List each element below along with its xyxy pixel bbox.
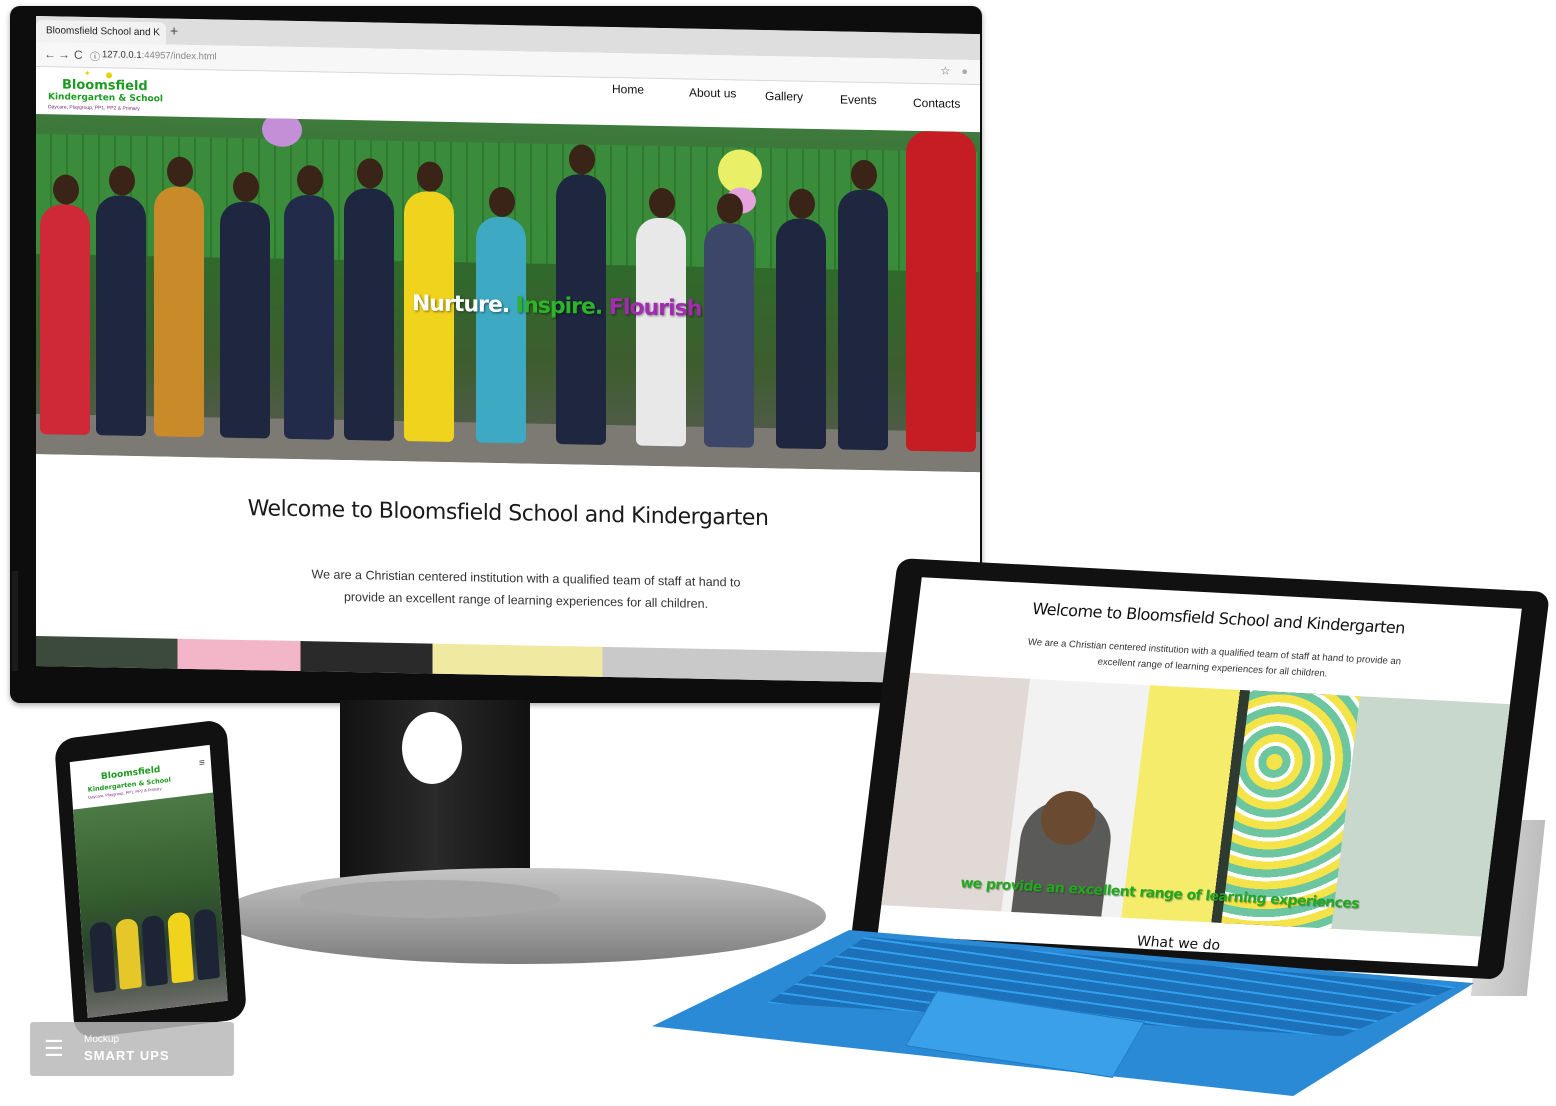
logo-subtitle: Kindergarten & School [48, 92, 164, 105]
watermark-word1: SMART [84, 1048, 136, 1063]
forward-arrow-icon[interactable]: → [58, 47, 70, 61]
watermark-line1: Mockup [84, 1034, 120, 1045]
child-figure [636, 187, 686, 447]
tagline-flourish: Flourish [608, 295, 702, 322]
url-field[interactable]: 127.0.0.1:44957/index.html [102, 49, 217, 62]
tablet-device: Welcome to Bloomsfield School and Kinder… [850, 558, 1550, 980]
child-figure [476, 186, 526, 444]
url-host: 127.0.0.1 [102, 49, 142, 62]
reload-icon[interactable]: C [74, 48, 83, 62]
watermark-word2: UPS [139, 1048, 170, 1063]
layers-icon: ☰ [44, 1036, 64, 1061]
bookmark-star-icon[interactable]: ☆ [940, 65, 950, 77]
child-figure [89, 920, 117, 994]
mockup-watermark: ☰ Mockup SMART UPS [30, 1022, 234, 1076]
nav-events[interactable]: Events [840, 92, 877, 107]
child-figure [115, 917, 143, 990]
child-figure [141, 914, 169, 987]
child-figure [344, 158, 394, 441]
phone-screen: Bloomsfield Kindergarten & School Daycar… [69, 744, 228, 1018]
tablet-screen: Welcome to Bloomsfield School and Kinder… [877, 577, 1522, 967]
tagline-inspire: Inspire [515, 293, 595, 320]
butterfly-icon: ✦ [84, 68, 91, 79]
info-icon[interactable]: ⓘ [90, 48, 100, 63]
phone-hero-image [73, 792, 228, 1018]
welcome-text: We are a Christian centered institution … [311, 567, 741, 611]
tagline-nurture: Nurture [412, 291, 502, 318]
back-arrow-icon[interactable]: ← [44, 47, 56, 61]
child-figure [704, 193, 754, 448]
child-figure [154, 156, 204, 438]
child-figure [284, 165, 334, 440]
tablet-welcome-text: We are a Christian centered institution … [1027, 636, 1402, 680]
child-figure [96, 165, 146, 437]
hero-banner: Nurture. Inspire. Flourish [36, 114, 980, 473]
child-figure [193, 908, 221, 981]
school-logo[interactable]: ✦ Bloomsfield Kindergarten & School Dayc… [44, 68, 163, 113]
child-figure [167, 911, 195, 984]
watermark-line2: SMART UPS [84, 1048, 170, 1063]
url-actions: ☆ ● [940, 64, 968, 78]
browser-tab[interactable]: Bloomsfield School and K [36, 20, 166, 45]
monitor-side-buttons [12, 571, 18, 671]
welcome-title: Welcome to Bloomsfield School and Kinder… [247, 496, 769, 532]
child-figure [220, 171, 270, 439]
nav-about-us[interactable]: About us [689, 86, 736, 101]
phone-device: Bloomsfield Kindergarten & School Daycar… [54, 718, 248, 1040]
balloon [262, 114, 302, 148]
logo-levels: Daycare, Playgroup, PP1, PP2 & Primary [48, 104, 140, 112]
nav-gallery[interactable]: Gallery [765, 89, 803, 104]
hamburger-menu-icon[interactable]: ≡ [199, 758, 206, 770]
adult-figure [906, 114, 976, 453]
child-figure [838, 159, 888, 451]
next-section-image-strip [36, 636, 980, 685]
tagline-separator: . [501, 292, 510, 319]
child-figure [776, 188, 826, 450]
child-figure [40, 174, 90, 436]
hero-tagline: Nurture. Inspire. Flourish [412, 291, 701, 322]
desktop-screen: Bloomsfield School and K + ← → C ⓘ 127.0… [36, 16, 980, 685]
nav-home[interactable]: Home [612, 82, 644, 97]
tablet-welcome-title: Welcome to Bloomsfield School and Kinder… [1031, 599, 1407, 638]
desktop-monitor: Bloomsfield School and K + ← → C ⓘ 127.0… [10, 6, 982, 703]
stand-cable-hole [402, 712, 462, 784]
logo-name: Bloomsfield [62, 77, 148, 95]
tagline-separator: . [594, 294, 603, 320]
new-tab-button[interactable]: + [170, 23, 178, 39]
monitor-stand-base [218, 868, 826, 964]
nav-contacts[interactable]: Contacts [913, 96, 960, 111]
url-path: :44957/index.html [141, 50, 217, 63]
monitor-stand-base-top [300, 880, 560, 918]
account-icon[interactable]: ● [961, 66, 968, 78]
tablet-hero-image: we provide an excellent range of learnin… [881, 672, 1511, 937]
